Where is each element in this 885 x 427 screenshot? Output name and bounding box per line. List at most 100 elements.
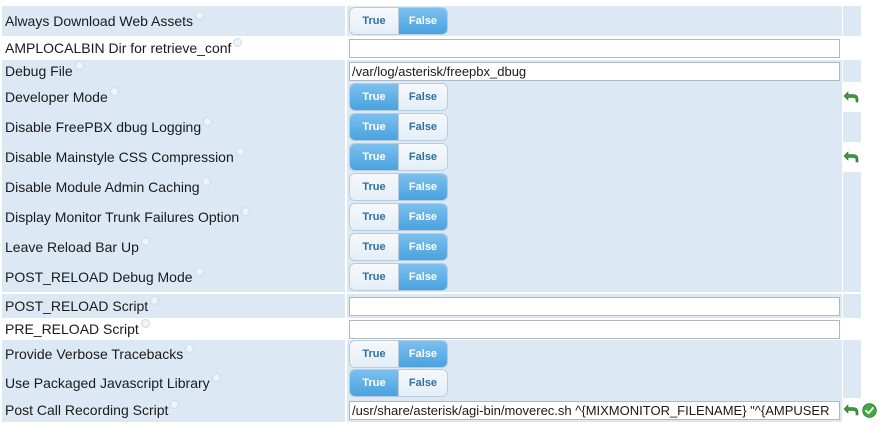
setting-text-input[interactable] bbox=[349, 39, 840, 58]
false-option[interactable]: False bbox=[398, 234, 447, 260]
setting-label: POST_RELOAD Debug Mode bbox=[2, 262, 345, 292]
setting-row-developer-mode: Developer Mode True False bbox=[0, 82, 885, 112]
setting-row-leave-reload-bar-up: Leave Reload Bar Up True False bbox=[0, 232, 885, 262]
true-option[interactable]: True bbox=[350, 174, 398, 200]
help-icon[interactable] bbox=[150, 295, 160, 305]
setting-row-always-download-web-assets: Always Download Web Assets True False bbox=[0, 6, 885, 36]
true-false-toggle: True False bbox=[349, 369, 448, 397]
setting-label: Provide Verbose Tracebacks bbox=[2, 340, 345, 368]
false-option[interactable]: False bbox=[398, 8, 447, 34]
help-icon[interactable] bbox=[235, 146, 245, 156]
setting-label-text: Developer Mode bbox=[5, 89, 108, 105]
setting-text-input[interactable] bbox=[349, 297, 840, 316]
true-option[interactable]: True bbox=[350, 84, 398, 110]
help-icon[interactable] bbox=[211, 372, 221, 382]
setting-label-text: Disable Module Admin Caching bbox=[5, 179, 200, 195]
false-option[interactable]: False bbox=[398, 264, 447, 290]
setting-row-post-call-recording-script: Post Call Recording Script bbox=[0, 398, 885, 422]
setting-label-text: Disable FreePBX dbug Logging bbox=[5, 119, 202, 135]
undo-icon[interactable] bbox=[843, 150, 859, 164]
setting-control: True False bbox=[347, 262, 842, 292]
undo-icon[interactable] bbox=[843, 90, 859, 104]
row-actions bbox=[843, 82, 885, 112]
setting-label: Disable Mainstyle CSS Compression bbox=[2, 142, 345, 172]
setting-label: Post Call Recording Script bbox=[2, 398, 345, 422]
setting-text-input[interactable] bbox=[349, 401, 840, 420]
false-option[interactable]: False bbox=[398, 144, 447, 170]
help-icon[interactable] bbox=[170, 399, 180, 409]
false-option[interactable]: False bbox=[398, 114, 447, 140]
help-icon[interactable] bbox=[140, 318, 150, 328]
false-option[interactable]: False bbox=[398, 174, 447, 200]
setting-text-input[interactable] bbox=[349, 62, 840, 81]
setting-label-text: POST_RELOAD Script bbox=[5, 298, 149, 314]
setting-label-text: Post Call Recording Script bbox=[5, 402, 169, 418]
help-icon[interactable] bbox=[241, 206, 251, 216]
setting-control: True False bbox=[347, 340, 842, 368]
help-icon[interactable] bbox=[203, 116, 213, 126]
setting-label-text: PRE_RELOAD Script bbox=[5, 321, 139, 337]
help-icon[interactable] bbox=[185, 343, 195, 353]
setting-label: Developer Mode bbox=[2, 82, 345, 112]
setting-label: Use Packaged Javascript Library bbox=[2, 368, 345, 398]
true-false-toggle: True False bbox=[349, 143, 448, 171]
setting-label-text: Debug File bbox=[5, 63, 73, 79]
setting-row-pre-reload-script: PRE_RELOAD Script bbox=[0, 318, 885, 340]
setting-label: Disable Module Admin Caching bbox=[2, 172, 345, 202]
setting-label: Disable FreePBX dbug Logging bbox=[2, 112, 345, 142]
setting-text-input[interactable] bbox=[349, 320, 840, 339]
true-false-toggle: True False bbox=[349, 263, 448, 291]
action-cell bbox=[843, 202, 861, 232]
help-icon[interactable] bbox=[233, 37, 243, 47]
true-option[interactable]: True bbox=[350, 8, 398, 34]
setting-label-text: Use Packaged Javascript Library bbox=[5, 375, 210, 391]
advanced-settings-table: Always Download Web Assets True False AMPLO… bbox=[0, 0, 885, 427]
false-option[interactable]: False bbox=[398, 204, 447, 230]
action-cell bbox=[843, 60, 861, 82]
true-false-toggle: True False bbox=[349, 7, 448, 35]
true-option[interactable]: True bbox=[350, 264, 398, 290]
setting-control: True False bbox=[347, 232, 842, 262]
true-false-toggle: True False bbox=[349, 233, 448, 261]
false-option[interactable]: False bbox=[398, 84, 447, 110]
setting-label: POST_RELOAD Script bbox=[2, 294, 345, 318]
help-icon[interactable] bbox=[195, 10, 205, 20]
true-false-toggle: True False bbox=[349, 83, 448, 111]
false-option[interactable]: False bbox=[398, 370, 447, 396]
help-icon[interactable] bbox=[74, 60, 84, 70]
setting-control bbox=[347, 398, 842, 422]
setting-row-debug-file: Debug File bbox=[0, 60, 885, 82]
true-false-toggle: True False bbox=[349, 340, 448, 368]
setting-row-disable-module-admin-caching: Disable Module Admin Caching True False bbox=[0, 172, 885, 202]
setting-label: Display Monitor Trunk Failures Option bbox=[2, 202, 345, 232]
setting-row-amplocalbin-dir-for-retrieve-conf: AMPLOCALBIN Dir for retrieve_conf bbox=[0, 36, 885, 60]
check-icon[interactable] bbox=[862, 402, 877, 418]
setting-control bbox=[347, 294, 842, 318]
setting-label: Debug File bbox=[2, 60, 345, 82]
true-option[interactable]: True bbox=[350, 204, 398, 230]
help-icon[interactable] bbox=[194, 266, 204, 276]
setting-control: True False bbox=[347, 142, 842, 172]
setting-row-disable-freepbx-dbug-logging: Disable FreePBX dbug Logging True False bbox=[0, 112, 885, 142]
action-cell bbox=[843, 294, 861, 318]
action-cell bbox=[843, 172, 861, 202]
setting-label: Leave Reload Bar Up bbox=[2, 232, 345, 262]
setting-label: PRE_RELOAD Script bbox=[2, 318, 345, 340]
setting-label-text: Disable Mainstyle CSS Compression bbox=[5, 149, 234, 165]
false-option[interactable]: False bbox=[398, 341, 447, 367]
true-option[interactable]: True bbox=[350, 144, 398, 170]
true-option[interactable]: True bbox=[350, 234, 398, 260]
true-option[interactable]: True bbox=[350, 114, 398, 140]
setting-row-provide-verbose-tracebacks: Provide Verbose Tracebacks True False bbox=[0, 340, 885, 368]
true-option[interactable]: True bbox=[350, 370, 398, 396]
row-actions bbox=[843, 398, 885, 422]
action-cell bbox=[843, 112, 861, 142]
setting-control: True False bbox=[347, 202, 842, 232]
setting-control bbox=[347, 318, 842, 340]
help-icon[interactable] bbox=[140, 236, 150, 246]
setting-row-post-reload-script: POST_RELOAD Script bbox=[0, 294, 885, 318]
true-option[interactable]: True bbox=[350, 341, 398, 367]
undo-icon[interactable] bbox=[843, 403, 859, 417]
help-icon[interactable] bbox=[201, 176, 211, 186]
help-icon[interactable] bbox=[109, 86, 119, 96]
